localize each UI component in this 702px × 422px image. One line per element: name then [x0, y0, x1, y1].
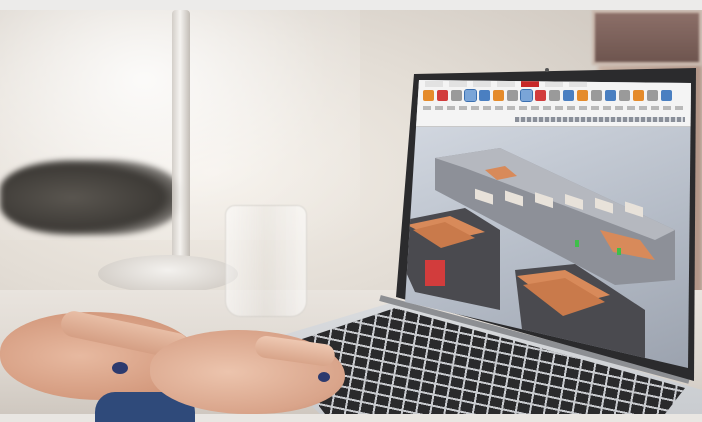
water-glass	[225, 205, 307, 317]
picture-frame	[592, 10, 702, 65]
lamp-pole	[172, 10, 190, 275]
nail-right	[318, 372, 330, 382]
marker	[575, 240, 579, 247]
desk-phone	[0, 160, 180, 235]
lamp-base	[98, 255, 238, 293]
marker	[617, 248, 621, 255]
webcam-icon	[545, 68, 549, 72]
top-band	[0, 0, 702, 10]
nail-left	[112, 362, 128, 374]
logo-stamp	[425, 260, 445, 286]
